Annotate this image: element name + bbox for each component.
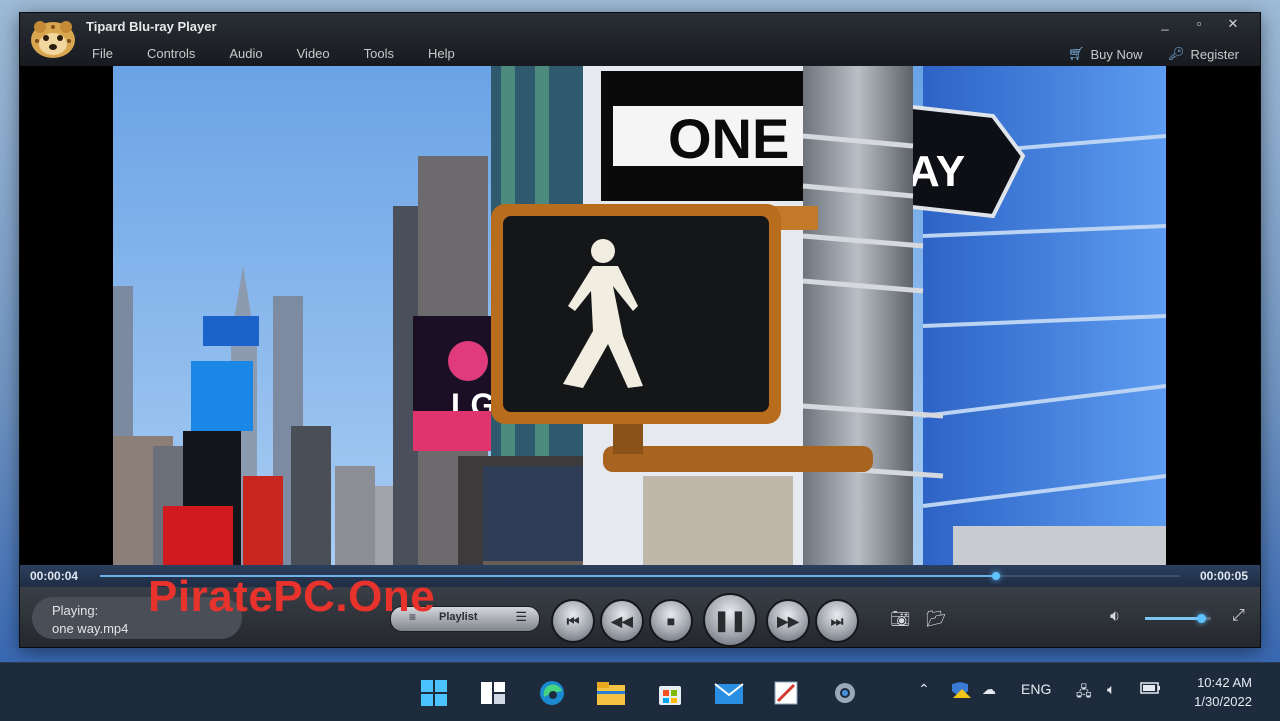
rewind-icon: ◀◀ (611, 612, 633, 629)
security-warning-icon[interactable] (950, 681, 972, 702)
camera-icon[interactable]: 📷︎ (890, 609, 910, 629)
task-view-icon[interactable] (477, 677, 509, 709)
total-time: 00:00:05 (1199, 569, 1248, 583)
seek-handle[interactable] (992, 572, 1001, 580)
close-button[interactable]: ✕ (1216, 15, 1250, 33)
volume-slider[interactable] (1145, 614, 1211, 623)
fullscreen-icon[interactable]: ⤢ (1232, 607, 1245, 625)
forward-button[interactable]: ▶▶ (766, 599, 810, 643)
volume-handle[interactable] (1197, 614, 1207, 623)
one-way-sign-text: ONE (668, 107, 789, 170)
stop-button[interactable]: ■ (649, 599, 693, 643)
menu-controls[interactable]: Controls (147, 46, 195, 61)
edge-browser-icon[interactable] (536, 677, 568, 709)
title-bar: Tipard Blu-ray Player File Controls Audi… (20, 13, 1260, 66)
skip-back-icon: ⏮︎ (566, 612, 580, 629)
settings-gear-icon[interactable] (829, 677, 861, 709)
playlist-label: Playlist (439, 611, 478, 623)
volume-icon[interactable]: 🔉︎ (1110, 608, 1120, 626)
windows-start-icon[interactable] (418, 677, 450, 709)
taskbar: ⌃ ☁ ENG 🖧︎ 🔈︎ 10:42 AM 1/30/2022 (0, 662, 1280, 721)
cloud-icon[interactable]: ☁ (982, 681, 996, 698)
menu-video[interactable]: Video (297, 46, 330, 61)
file-explorer-icon[interactable] (595, 677, 627, 709)
fast-forward-icon: ▶▶ (777, 612, 799, 629)
store-icon[interactable] (654, 677, 686, 709)
pause-icon: ❚❚ (713, 609, 747, 632)
key-icon: 🔑︎ (1168, 46, 1185, 61)
system-clock[interactable]: 10:42 AM 1/30/2022 (1194, 673, 1252, 711)
register-label: Register (1190, 46, 1239, 62)
register-link[interactable]: 🔑︎ Register (1168, 46, 1239, 62)
previous-button[interactable]: ⏮︎ (551, 599, 595, 643)
menu-bar: File Controls Audio Video Tools Help (92, 46, 489, 61)
window-controls: _ ▫ ✕ (1148, 15, 1250, 33)
watermark-text: PiratePC.One (148, 572, 436, 621)
buy-now-link[interactable]: 🛒︎ Buy Now (1068, 46, 1143, 62)
mail-icon[interactable] (713, 677, 745, 709)
folder-icon[interactable]: 📂︎ (926, 609, 946, 629)
current-time: 00:00:04 (30, 569, 79, 583)
volume-fill (1145, 617, 1202, 620)
player-window: Tipard Blu-ray Player File Controls Audi… (20, 13, 1260, 647)
app-title: Tipard Blu-ray Player (86, 19, 217, 34)
battery-icon[interactable] (1140, 681, 1162, 698)
now-playing-file: one way.mp4 (52, 621, 129, 636)
menu-tools[interactable]: Tools (364, 46, 394, 61)
language-indicator[interactable]: ENG (1021, 681, 1051, 697)
one-way-sign-text-2: AY (908, 147, 965, 196)
network-icon[interactable]: 🖧︎ (1076, 681, 1092, 705)
playlist-toggle-icon[interactable]: ☰ (515, 609, 527, 625)
buy-now-label: Buy Now (1090, 46, 1143, 62)
stop-icon: ■ (666, 613, 676, 629)
video-frame: LG ONE AY (113, 66, 1166, 565)
snipping-tool-icon[interactable] (770, 677, 802, 709)
rewind-button[interactable]: ◀◀ (600, 599, 644, 643)
clock-time: 10:42 AM (1197, 675, 1252, 690)
pause-button[interactable]: ❚❚ (703, 593, 757, 647)
maximize-button[interactable]: ▫ (1182, 15, 1216, 33)
minimize-button[interactable]: _ (1148, 15, 1182, 33)
video-area[interactable]: LG ONE AY (20, 66, 1260, 565)
clock-date: 1/30/2022 (1194, 694, 1252, 709)
menu-help[interactable]: Help (428, 46, 455, 61)
now-playing-label: Playing: (52, 603, 99, 618)
menu-audio[interactable]: Audio (229, 46, 262, 61)
cheetah-logo (31, 21, 75, 58)
next-button[interactable]: ⏭︎ (815, 599, 859, 643)
speaker-icon[interactable]: 🔈︎ (1107, 681, 1115, 698)
menu-file[interactable]: File (92, 46, 113, 61)
chevron-up-icon[interactable]: ⌃ (918, 681, 930, 698)
skip-forward-icon: ⏭︎ (830, 612, 844, 629)
cart-icon: 🛒︎ (1068, 46, 1085, 61)
